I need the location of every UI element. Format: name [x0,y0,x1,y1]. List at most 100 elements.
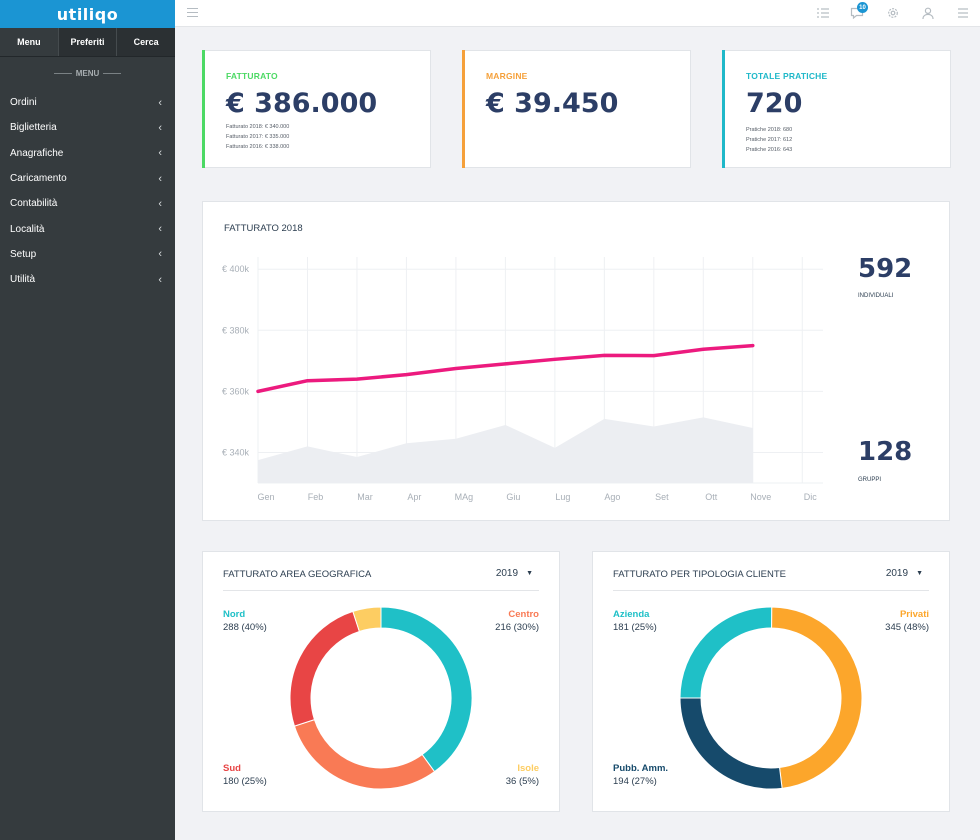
x-tick-label: Lug [555,492,570,502]
sidebar-item-utilita[interactable]: Utilità ‹ [0,267,175,292]
tab-preferiti[interactable]: Preferiti [59,28,118,56]
kpi-title: FATTURATO [226,71,278,81]
stat-individuali-label: INDIVIDUALI [858,293,894,299]
segment-value: 216 (30%) [495,622,539,633]
stat-gruppi-label: GRUPPI [858,477,882,483]
kpi-sub: Fatturato 2016: € 338.000 [226,144,290,150]
y-tick-label: € 400k [222,264,250,274]
topbar: 10 [175,0,980,27]
hamburger-menu-icon[interactable] [187,8,198,18]
sidebar-item-label: Anagrafiche [10,147,64,159]
segment-value: 345 (48%) [885,622,929,633]
user-icon[interactable] [921,6,935,20]
segment-value: 181 (25%) [613,622,657,633]
segment-value: 180 (25%) [223,776,267,787]
notification-badge: 10 [857,2,868,13]
tab-cerca[interactable]: Cerca [117,28,175,56]
chevron-left-icon: ‹ [158,197,162,210]
kpi-card-margine: MARGINE € 39.450 [462,50,691,168]
list-icon[interactable] [816,6,830,20]
segment-label: Isole [517,763,539,774]
donut-slice [289,610,360,727]
x-tick-label: MAg [455,492,474,502]
sidebar-item-label: Ordini [10,97,37,109]
x-tick-label: Gen [257,492,274,502]
sidebar-item-label: Biglietteria [10,122,57,134]
x-tick-label: Dic [804,492,817,502]
y-tick-label: € 380k [222,325,250,335]
kpi-sub: Fatturato 2018: € 340.000 [226,124,290,130]
segment-label: Privati [899,609,929,620]
sidebar-item-contabilita[interactable]: Contabilità ‹ [0,191,175,216]
segment-value: 194 (27%) [613,776,657,787]
segment-label: Centro [508,609,539,620]
sidebar-item-biglietteria[interactable]: Biglietteria ‹ [0,115,175,140]
divider [103,73,122,74]
kpi-title: TOTALE PRATICHE [746,71,828,81]
fatturato-chart-card: FATTURATO 2018 € 400k € 380k € 360k € 340k G… [202,201,950,521]
segment-label: Pubb. Amm. [613,763,669,774]
kpi-value: € 39.450 [486,88,619,119]
chevron-left-icon: ‹ [158,96,162,109]
kpi-value: € 386.000 [226,88,378,119]
chevron-left-icon: ‹ [158,248,162,261]
sidebar-item-label: Caricamento [10,173,67,185]
chevron-left-icon: ‹ [158,147,162,160]
options-menu-icon[interactable] [956,6,970,20]
chevron-left-icon: ‹ [158,273,162,286]
sidebar-item-anagrafiche[interactable]: Anagrafiche ‹ [0,141,175,166]
gear-icon[interactable] [886,6,900,20]
kpi-sub: Fatturato 2017: € 335.000 [226,134,290,140]
kpi-sub: Pratiche 2017: 612 [746,137,793,143]
segment-value: 288 (40%) [223,622,267,633]
sidebar-item-label: Località [10,223,45,235]
line-chart: € 400k € 380k € 360k € 340k Gen Feb Mar Apr MAg G… [222,257,823,502]
donut-chart [289,606,473,790]
donut-slice [679,606,773,699]
x-tick-label: Giu [506,492,520,502]
segment-label: Sud [223,763,241,774]
sidebar-item-localita[interactable]: Località ‹ [0,216,175,241]
kpi-card-pratiche: TOTALE PRATICHE 720 Pratiche 2018: 680 P… [722,50,951,168]
x-tick-label: Feb [308,492,324,502]
segment-label: Azienda [613,609,650,620]
geo-chart-card: FATTURATO AREA GEOGRAFICA 2019 ▼ Nord 28… [202,551,560,812]
chevron-left-icon: ‹ [158,223,162,236]
kpi-sub: Pratiche 2018: 680 [746,127,793,133]
y-tick-label: € 340k [222,447,250,457]
x-tick-label: Mar [357,492,373,502]
stat-individuali-value: 592 [858,254,913,284]
accent-bar [462,50,465,168]
kpi-card-fatturato: FATTURATO € 386.000 Fatturato 2018: € 34… [202,50,431,168]
donut-slice [771,606,863,789]
x-tick-label: Ott [705,492,718,502]
area-series [258,417,753,483]
sidebar-item-setup[interactable]: Setup ‹ [0,242,175,267]
x-tick-label: Set [655,492,669,502]
chat-icon[interactable]: 10 [850,2,868,20]
kpi-value: 720 [746,88,803,119]
tab-menu[interactable]: Menu [0,28,59,56]
menu-header: MENU [0,69,175,78]
sidebar-menu: Ordini ‹ Biglietteria ‹ Anagrafiche ‹ Caric… [0,90,175,292]
sidebar-item-label: Utilità [10,274,36,286]
y-tick-label: € 360k [222,386,250,396]
x-tick-label: Nove [750,492,771,502]
sidebar: utiliqo Menu Preferiti Cerca MENU Ordini… [0,0,175,840]
donut-slice [293,719,436,790]
accent-bar [722,50,725,168]
sidebar-item-caricamento[interactable]: Caricamento ‹ [0,166,175,191]
stat-gruppi-value: 128 [858,437,913,467]
kpi-sub: Pratiche 2016: 643 [746,147,793,153]
chevron-left-icon: ‹ [158,172,162,185]
chevron-left-icon: ‹ [158,121,162,134]
segment-label: Nord [223,609,246,620]
sidebar-item-label: Contabilità [10,198,58,210]
segment-value: 36 (5%) [505,776,539,787]
x-tick-label: Apr [407,492,421,502]
sidebar-item-ordini[interactable]: Ordini ‹ [0,90,175,115]
logo[interactable]: utiliqo [57,5,118,24]
sidebar-tabs: Menu Preferiti Cerca [0,28,175,57]
sidebar-item-label: Setup [10,248,37,260]
accent-bar [202,50,205,168]
